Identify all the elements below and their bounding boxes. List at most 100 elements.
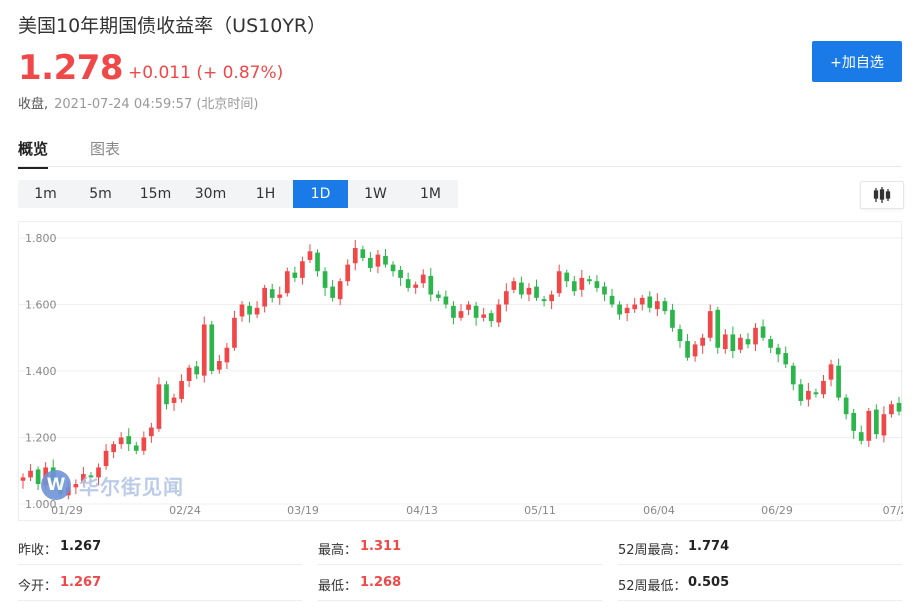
watermark-logo: W: [41, 470, 71, 500]
candle-body: [209, 324, 215, 371]
candle-body: [753, 327, 758, 345]
candle-body: [821, 380, 826, 395]
period-30m[interactable]: 30m: [183, 180, 238, 208]
candle-body: [239, 304, 245, 317]
candle-body: [247, 305, 252, 315]
candle-body: [20, 477, 26, 481]
candle-body: [579, 277, 585, 290]
period-15m[interactable]: 15m: [128, 180, 183, 208]
candle-body: [179, 380, 184, 399]
candle-body: [315, 252, 320, 272]
candle-body: [843, 397, 849, 415]
price-change: +0.011 (+ 0.87%): [128, 63, 284, 83]
candle-body: [345, 264, 351, 282]
candle-body: [745, 339, 751, 345]
period-1m[interactable]: 1m: [18, 180, 73, 208]
x-tick-label: 06/29: [761, 504, 793, 517]
timestamp: 2021-07-24 04:59:57 (北京时间): [54, 97, 259, 112]
candle-body: [790, 365, 796, 385]
x-tick-label: 04/13: [406, 504, 438, 517]
candle-body: [889, 404, 894, 415]
candle-body: [35, 469, 41, 485]
stat-label: 52周最低：: [618, 579, 687, 594]
candle-body: [730, 334, 736, 352]
tab-chart[interactable]: 图表: [90, 138, 120, 159]
candle-body: [783, 353, 789, 365]
stat-open: 今开： 1.267: [18, 566, 302, 601]
period-selector: 1m 5m 15m 30m 1H 1D 1W 1M: [18, 180, 458, 208]
x-tick-label: 05/11: [524, 504, 556, 517]
candle-body: [594, 281, 600, 288]
candle-body: [413, 284, 419, 288]
market-status: 收盘, 2021-07-24 04:59:57 (北京时间): [18, 93, 259, 112]
candle-body: [360, 249, 366, 258]
candle-body: [564, 272, 570, 282]
candle-body: [775, 347, 781, 355]
period-1mo[interactable]: 1M: [403, 180, 458, 208]
status-label: 收盘,: [18, 97, 49, 112]
candle-body: [836, 365, 841, 398]
stat-label: 52周最高：: [618, 543, 687, 558]
x-tick-label: 06/04: [643, 504, 675, 517]
stat-52w-high: 52周最高： 1.774: [618, 530, 902, 565]
candle-body: [738, 337, 743, 350]
candle-body: [28, 470, 33, 478]
stat-label: 最高：: [318, 543, 358, 558]
candle-body: [481, 314, 486, 318]
candle-body: [647, 296, 653, 308]
current-price: 1.278: [18, 48, 124, 88]
candle-body: [436, 294, 441, 298]
x-tick-label: 03/19: [287, 504, 319, 517]
candle-body: [269, 289, 275, 298]
candle-body: [760, 326, 766, 338]
candle-body: [352, 247, 358, 264]
candle-body: [149, 427, 154, 437]
period-5m[interactable]: 5m: [73, 180, 128, 208]
period-1w[interactable]: 1W: [348, 180, 403, 208]
candle-body: [813, 392, 819, 395]
candle-body: [383, 255, 388, 265]
y-tick-label: 1.600: [25, 299, 57, 312]
candle-body: [496, 304, 502, 323]
chart-type-button[interactable]: [860, 181, 904, 209]
candle-body: [806, 390, 811, 400]
candle-body: [118, 437, 124, 445]
candle-body: [526, 287, 532, 295]
candle-body: [337, 281, 343, 300]
candle-body: [277, 294, 283, 298]
candle-body: [851, 412, 857, 431]
candle-body: [624, 307, 630, 314]
add-watchlist-button[interactable]: +加自选: [812, 41, 902, 82]
candle-body: [420, 274, 426, 284]
candle-body: [587, 279, 592, 282]
candle-body: [330, 286, 335, 298]
stat-low: 最低： 1.268: [318, 566, 602, 601]
candle-body: [519, 282, 524, 295]
candle-body: [609, 295, 615, 305]
candlestick-icon: [873, 187, 891, 203]
candle-body: [405, 279, 411, 288]
candle-body: [156, 384, 162, 429]
tab-overview[interactable]: 概览: [18, 138, 49, 169]
candle-body: [171, 397, 177, 403]
candle-body: [451, 305, 456, 318]
candle-body: [307, 251, 313, 260]
candle-body: [473, 305, 479, 318]
candle-body: [670, 309, 675, 328]
price-chart[interactable]: 1.800 1.600 1.400 1.200 1.000 01/29 02/24 03/1…: [18, 221, 903, 521]
candle-body: [715, 309, 721, 348]
candle-body: [874, 409, 879, 435]
candle-body: [488, 313, 494, 322]
stat-label: 最低：: [318, 579, 358, 594]
candle-body: [126, 436, 132, 445]
period-1d[interactable]: 1D: [293, 180, 348, 208]
candle-body: [858, 432, 864, 441]
candle-body: [685, 341, 690, 358]
period-1h[interactable]: 1H: [238, 180, 293, 208]
candle-body: [201, 324, 207, 376]
stat-label: 今开：: [18, 579, 58, 594]
candle-body: [602, 286, 607, 295]
tab-bar: 概览 图表: [18, 128, 902, 169]
stat-value: 1.267: [60, 575, 102, 590]
candle-body: [881, 414, 887, 436]
